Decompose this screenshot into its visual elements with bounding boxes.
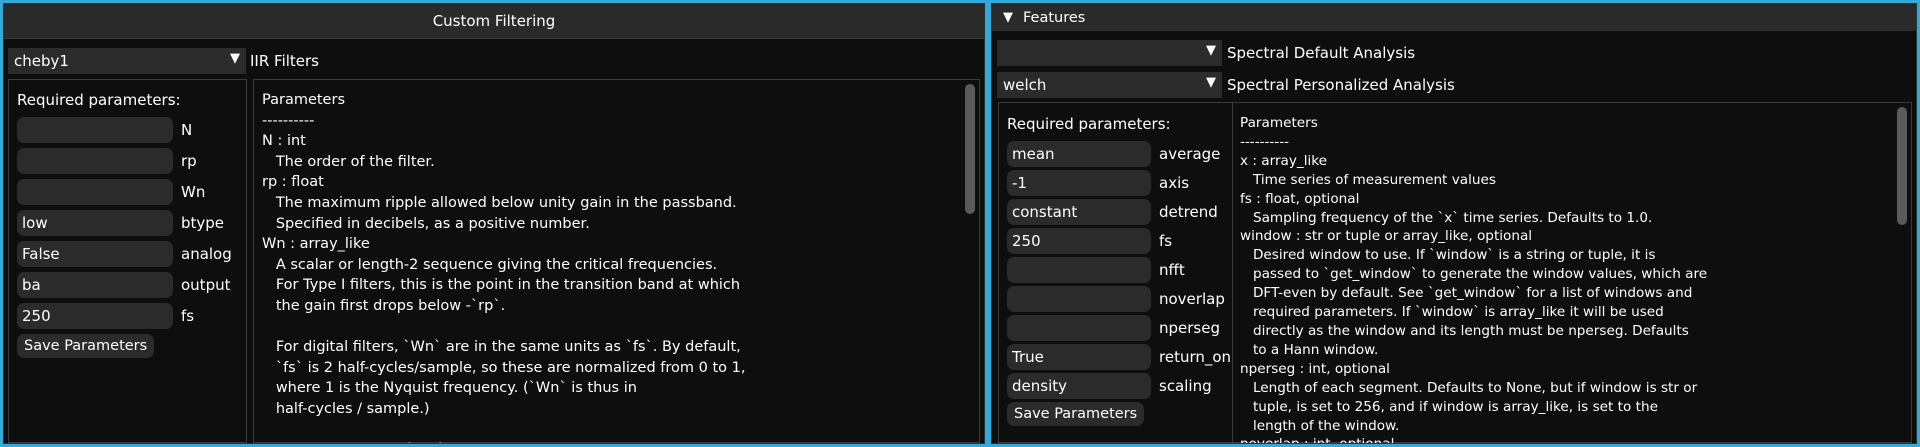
spectral-personalized-row: welch ▼ Spectral Personalized Analysis: [997, 72, 1455, 98]
param-label-n: N: [181, 121, 193, 139]
filter-documentation-text: Parameters ---------- N : int The order …: [262, 92, 746, 443]
iir-filter-row: cheby1 ▼ IIR Filters: [8, 48, 319, 74]
param-row-nfft: nfft: [1007, 257, 1185, 283]
param-input-fs[interactable]: 250: [1007, 228, 1151, 254]
spectral-documentation-text: Parameters ---------- x : array_like Tim…: [1240, 115, 1708, 443]
param-input-btype[interactable]: low: [17, 210, 173, 236]
dropdown-arrow-icon: ▼: [1206, 43, 1216, 58]
param-input-noverlap[interactable]: [1007, 286, 1151, 312]
param-label-average: average: [1159, 145, 1221, 163]
param-label-scaling: scaling: [1159, 377, 1212, 395]
features-window: ▼ Features ▼ Spectral Default Analysis w…: [991, 3, 1917, 444]
param-row-scaling: density scaling: [1007, 373, 1212, 399]
filter-type-value: cheby1: [14, 52, 69, 70]
param-row-n: N: [17, 117, 192, 143]
param-row-output: ba output: [17, 272, 230, 298]
param-label-nperseg: nperseg: [1159, 319, 1220, 337]
param-input-fs[interactable]: 250: [17, 303, 173, 329]
param-label-wn: Wn: [181, 183, 206, 201]
window-titlebar[interactable]: Custom Filtering: [4, 4, 984, 39]
param-input-rp[interactable]: [17, 148, 173, 174]
required-parameters-title: Required parameters:: [1007, 115, 1171, 133]
param-input-return-onesided[interactable]: True: [1007, 344, 1151, 370]
param-input-wn[interactable]: [17, 179, 173, 205]
param-label-noverlap: noverlap: [1159, 290, 1225, 308]
doc-scrollbar[interactable]: [1897, 107, 1907, 225]
param-label-output: output: [181, 276, 231, 294]
param-label-detrend: detrend: [1159, 203, 1218, 221]
filter-type-dropdown[interactable]: cheby1 ▼: [8, 48, 246, 74]
dropdown-arrow-icon: ▼: [230, 51, 240, 66]
features-header[interactable]: ▼ Features: [992, 4, 1916, 31]
param-row-noverlap: noverlap: [1007, 286, 1225, 312]
spectral-default-dropdown[interactable]: ▼: [997, 40, 1222, 66]
param-row-axis: -1 axis: [1007, 170, 1189, 196]
spectral-personalized-value: welch: [1003, 76, 1047, 94]
param-row-wn: Wn: [17, 179, 205, 205]
param-label-analog: analog: [181, 245, 232, 263]
doc-scrollbar[interactable]: [965, 84, 975, 214]
param-input-n[interactable]: [17, 117, 173, 143]
collapse-arrow-icon: ▼: [1003, 10, 1013, 25]
param-input-output[interactable]: ba: [17, 272, 173, 298]
param-input-detrend[interactable]: constant: [1007, 199, 1151, 225]
param-label-rp: rp: [181, 152, 197, 170]
param-row-btype: low btype: [17, 210, 224, 236]
param-row-return-onesided: True return_on: [1007, 344, 1231, 370]
param-row-rp: rp: [17, 148, 197, 174]
features-label: Features: [1023, 9, 1086, 26]
spectral-personalized-label: Spectral Personalized Analysis: [1227, 76, 1455, 94]
param-input-nperseg[interactable]: [1007, 315, 1151, 341]
param-label-return-onesided: return_on: [1159, 348, 1232, 366]
save-parameters-button[interactable]: Save Parameters: [1007, 402, 1145, 426]
param-input-analog[interactable]: False: [17, 241, 173, 267]
spectral-default-row: ▼ Spectral Default Analysis: [997, 40, 1415, 66]
spectral-default-label: Spectral Default Analysis: [1227, 44, 1416, 62]
param-input-average[interactable]: mean: [1007, 141, 1151, 167]
documentation-panel: Parameters ---------- N : int The order …: [253, 79, 980, 443]
param-row-fs: 250 fs: [1007, 228, 1172, 254]
param-row-analog: False analog: [17, 241, 232, 267]
required-parameters-panel: Required parameters: mean average -1 axi…: [998, 102, 1234, 443]
custom-filtering-window: Custom Filtering cheby1 ▼ IIR Filters Re…: [3, 3, 985, 444]
param-label-axis: axis: [1159, 174, 1190, 192]
param-label-fs: fs: [1159, 232, 1173, 250]
documentation-panel: Parameters ---------- x : array_like Tim…: [1232, 102, 1912, 443]
param-label-btype: btype: [181, 214, 225, 232]
required-parameters-panel: Required parameters: N rp Wn low btype F…: [8, 79, 247, 443]
param-row-detrend: constant detrend: [1007, 199, 1218, 225]
param-row-nperseg: nperseg: [1007, 315, 1220, 341]
iir-filters-label: IIR Filters: [250, 52, 320, 70]
required-parameters-title: Required parameters:: [17, 91, 181, 109]
spectral-personalized-dropdown[interactable]: welch ▼: [997, 72, 1222, 98]
param-input-axis[interactable]: -1: [1007, 170, 1151, 196]
param-label-fs: fs: [181, 307, 195, 325]
save-parameters-button[interactable]: Save Parameters: [17, 334, 155, 358]
param-label-nfft: nfft: [1159, 261, 1185, 279]
param-row-fs: 250 fs: [17, 303, 194, 329]
param-input-nfft[interactable]: [1007, 257, 1151, 283]
param-row-average: mean average: [1007, 141, 1220, 167]
dropdown-arrow-icon: ▼: [1206, 75, 1216, 90]
param-input-scaling[interactable]: density: [1007, 373, 1151, 399]
window-title: Custom Filtering: [432, 12, 556, 30]
